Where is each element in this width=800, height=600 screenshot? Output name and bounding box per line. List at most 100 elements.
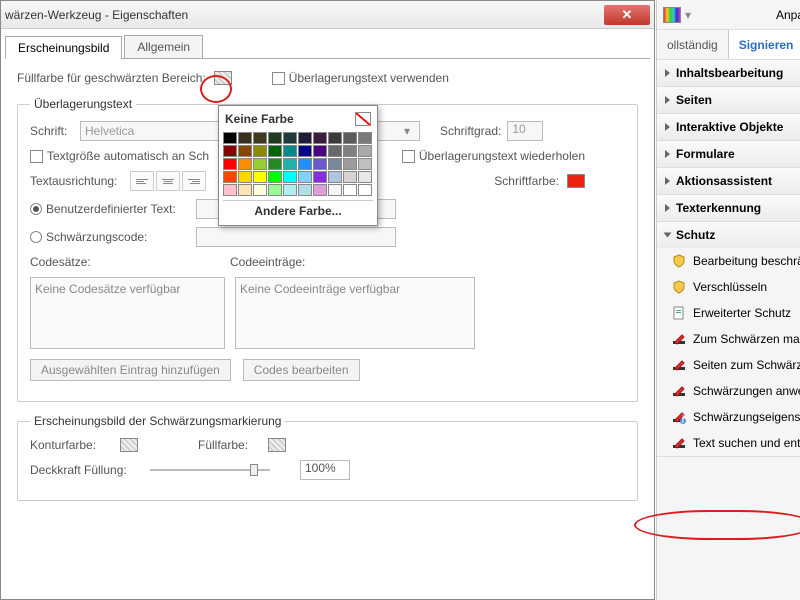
add-selected-button[interactable]: Ausgewählten Eintrag hinzufügen — [30, 359, 231, 381]
color-swatch[interactable] — [238, 145, 252, 157]
color-swatch[interactable] — [328, 132, 342, 144]
color-swatch[interactable] — [298, 145, 312, 157]
no-color-swatch[interactable] — [355, 112, 371, 126]
opacity-slider[interactable] — [150, 462, 270, 478]
tab-sign[interactable]: Signieren — [728, 30, 800, 59]
mark-fill-swatch[interactable] — [268, 438, 286, 452]
schutz-item[interactable]: iSchwärzungseigenschafte — [657, 404, 800, 430]
color-swatch[interactable] — [298, 171, 312, 183]
color-swatch[interactable] — [223, 171, 237, 183]
fill-color-swatch[interactable] — [214, 71, 232, 85]
chevron-down-icon[interactable]: ▾ — [685, 8, 691, 22]
schutz-item[interactable]: Schwärzungen anwenden — [657, 378, 800, 404]
align-center-button[interactable] — [156, 171, 180, 191]
color-swatch[interactable] — [298, 158, 312, 170]
color-swatch[interactable] — [268, 184, 282, 196]
color-swatch[interactable] — [343, 171, 357, 183]
color-swatch[interactable] — [328, 171, 342, 183]
color-swatch[interactable] — [253, 158, 267, 170]
color-swatch[interactable] — [283, 145, 297, 157]
color-swatch[interactable] — [253, 145, 267, 157]
color-swatch[interactable] — [253, 184, 267, 196]
accordion-header[interactable]: Schutz — [657, 222, 800, 248]
schutz-item[interactable]: Erweiterter Schutz — [657, 300, 800, 326]
schutz-item[interactable]: Zum Schwärzen markiere — [657, 326, 800, 352]
color-swatch[interactable] — [283, 132, 297, 144]
color-swatch[interactable] — [238, 132, 252, 144]
accordion-header[interactable]: Texterkennung — [657, 195, 800, 221]
accordion-header[interactable]: Formulare — [657, 141, 800, 167]
color-swatch[interactable] — [238, 158, 252, 170]
accordion-header[interactable]: Interaktive Objekte — [657, 114, 800, 140]
tab-appearance[interactable]: Erscheinungsbild — [5, 36, 122, 59]
color-swatch[interactable] — [223, 145, 237, 157]
color-swatch[interactable] — [268, 145, 282, 157]
schutz-item[interactable]: Seiten zum Schwärzen m — [657, 352, 800, 378]
font-size-input[interactable]: 10 — [507, 121, 543, 141]
accordion-header[interactable]: Aktionsassistent — [657, 168, 800, 194]
chevron-icon — [665, 123, 670, 131]
schutz-item[interactable]: Verschlüsseln — [657, 274, 800, 300]
color-swatch[interactable] — [328, 145, 342, 157]
color-swatch[interactable] — [268, 171, 282, 183]
align-left-button[interactable] — [130, 171, 154, 191]
schutz-item[interactable]: Bearbeitung beschränken — [657, 248, 800, 274]
repeat-overlay-checkbox[interactable] — [402, 150, 415, 163]
color-grid[interactable] — [223, 132, 373, 196]
use-overlay-checkbox[interactable] — [272, 72, 285, 85]
redaction-code-radio[interactable] — [30, 231, 42, 243]
redaction-code-input[interactable] — [196, 227, 396, 247]
color-swatch[interactable] — [223, 158, 237, 170]
no-color-label[interactable]: Keine Farbe — [225, 112, 294, 126]
edit-codes-button[interactable]: Codes bearbeiten — [243, 359, 360, 381]
color-swatch[interactable] — [298, 132, 312, 144]
color-swatch[interactable] — [223, 184, 237, 196]
color-swatch[interactable] — [343, 145, 357, 157]
outline-color-swatch[interactable] — [120, 438, 138, 452]
color-swatch[interactable] — [343, 184, 357, 196]
opacity-input[interactable]: 100% — [300, 460, 350, 480]
color-swatch[interactable] — [283, 184, 297, 196]
schutz-item[interactable]: Text suchen und entferne — [657, 430, 800, 456]
tab-full[interactable]: ollständig — [657, 38, 728, 52]
font-color-swatch[interactable] — [567, 174, 585, 188]
color-swatch[interactable] — [313, 132, 327, 144]
color-swatch[interactable] — [328, 158, 342, 170]
color-swatch[interactable] — [343, 158, 357, 170]
color-swatch[interactable] — [358, 158, 372, 170]
color-swatch[interactable] — [253, 132, 267, 144]
color-swatch[interactable] — [358, 184, 372, 196]
color-swatch[interactable] — [313, 158, 327, 170]
redact-icon — [671, 357, 687, 373]
accordion-header[interactable]: Inhaltsbearbeitung — [657, 60, 800, 86]
accordion-label: Interaktive Objekte — [676, 120, 783, 134]
color-swatch[interactable] — [238, 184, 252, 196]
color-swatch[interactable] — [358, 145, 372, 157]
color-swatch[interactable] — [343, 132, 357, 144]
color-swatch[interactable] — [283, 158, 297, 170]
color-swatch[interactable] — [298, 184, 312, 196]
other-color-button[interactable]: Andere Farbe... — [223, 200, 373, 221]
customize-label[interactable]: Anpas — [776, 8, 800, 22]
close-button[interactable]: ✕ — [604, 5, 650, 25]
custom-text-radio[interactable] — [30, 203, 42, 215]
accordion-header[interactable]: Seiten — [657, 87, 800, 113]
color-swatch[interactable] — [223, 132, 237, 144]
color-swatch[interactable] — [253, 171, 267, 183]
auto-size-checkbox[interactable] — [30, 150, 43, 163]
color-swatch[interactable] — [313, 171, 327, 183]
color-swatch[interactable] — [313, 145, 327, 157]
color-swatch[interactable] — [268, 158, 282, 170]
tab-general[interactable]: Allgemein — [124, 35, 203, 58]
code-sets-list[interactable]: Keine Codesätze verfügbar — [30, 277, 225, 349]
color-swatch[interactable] — [283, 171, 297, 183]
color-swatch[interactable] — [238, 171, 252, 183]
color-swatch[interactable] — [313, 184, 327, 196]
code-entries-list[interactable]: Keine Codeeinträge verfügbar — [235, 277, 475, 349]
color-swatch[interactable] — [328, 184, 342, 196]
align-right-button[interactable] — [182, 171, 206, 191]
color-swatch[interactable] — [358, 132, 372, 144]
color-swatch[interactable] — [268, 132, 282, 144]
color-swatch[interactable] — [358, 171, 372, 183]
rainbow-icon[interactable] — [663, 7, 681, 23]
